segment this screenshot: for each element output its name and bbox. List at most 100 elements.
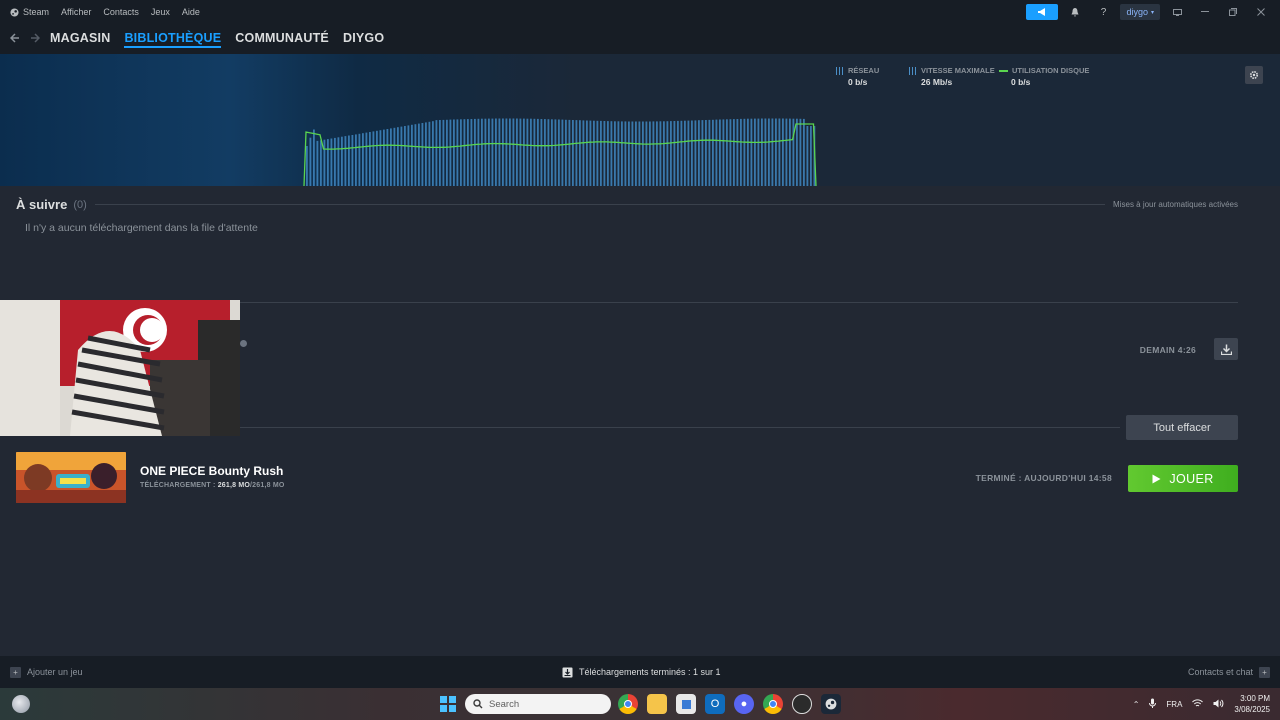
store-icon[interactable] [676, 694, 696, 714]
bandwidth-bar [554, 119, 557, 186]
bandwidth-bar [785, 118, 788, 186]
menu-help[interactable]: Aide [182, 7, 200, 17]
bandwidth-bar [337, 137, 340, 186]
game-thumbnail[interactable] [16, 452, 126, 503]
bandwidth-bar [540, 119, 543, 186]
bandwidth-bar [561, 119, 564, 186]
bandwidth-bar [687, 120, 690, 186]
menu-games[interactable]: Jeux [151, 7, 170, 17]
legend-disk: UTILISATION DISQUE 0 b/s [999, 66, 1089, 87]
bandwidth-bar [778, 118, 781, 186]
language-indicator[interactable]: FRA [1166, 700, 1182, 709]
bandwidth-bar [306, 146, 308, 186]
bandwidth-bar [614, 121, 616, 186]
notifications-button[interactable] [1064, 4, 1086, 20]
bandwidth-bar [645, 121, 648, 186]
maximize-button[interactable] [1222, 4, 1244, 20]
bandwidth-bar [530, 118, 532, 186]
windows-start-icon[interactable] [440, 696, 456, 712]
user-menu-button[interactable]: diygo ▾ [1120, 4, 1160, 20]
add-game-button[interactable]: + Ajouter un jeu [10, 666, 83, 678]
bandwidth-bar [701, 120, 704, 186]
search-icon [473, 699, 483, 709]
taskbar-clock[interactable]: 3:00 PM 3/08/2025 [1234, 693, 1270, 715]
outlook-icon[interactable]: O [705, 694, 725, 714]
bandwidth-bar [572, 120, 574, 186]
bandwidth-bar [390, 128, 392, 186]
taskbar-search[interactable]: Search [465, 694, 611, 714]
bandwidth-bar [677, 120, 679, 186]
bandwidth-bar [481, 118, 483, 186]
back-arrow-icon[interactable] [9, 32, 20, 46]
downloads-status-button[interactable]: Téléchargements terminés : 1 sur 1 [562, 667, 721, 678]
bars-legend-icon [909, 66, 917, 75]
nav-store[interactable]: MAGASIN [50, 31, 110, 48]
chat-icon: + [1259, 666, 1270, 678]
announcements-button[interactable] [1026, 4, 1059, 20]
bandwidth-bar [327, 139, 329, 186]
volume-icon[interactable] [1213, 699, 1224, 710]
bandwidth-bar [491, 118, 494, 186]
downloads-content: À suivre (0) Mises à jour automatiques a… [0, 186, 1280, 656]
bandwidth-bar [383, 129, 385, 186]
nav-links: MAGASIN BIBLIOTHÈQUE COMMUNAUTÉ DIYGO [50, 31, 384, 48]
bandwidth-bar [509, 118, 511, 186]
file-explorer-icon[interactable] [647, 694, 667, 714]
chrome-icon[interactable] [618, 694, 638, 714]
bandwidth-bar [421, 123, 424, 186]
bandwidth-bar [474, 118, 476, 186]
nav-library[interactable]: BIBLIOTHÈQUE [124, 31, 222, 48]
download-size-label: TÉLÉCHARGEMENT : [140, 482, 216, 489]
taskbar-apps: O ● [618, 694, 841, 714]
menu-steam[interactable]: Steam [10, 7, 49, 17]
close-button[interactable] [1250, 4, 1272, 20]
divider [240, 302, 1238, 303]
game-title[interactable]: ONE PIECE Bounty Rush [140, 464, 283, 478]
big-picture-button[interactable] [1166, 4, 1188, 20]
monitor-icon [1172, 8, 1182, 16]
bandwidth-bar [799, 118, 802, 186]
clear-all-button[interactable]: Tout effacer [1126, 415, 1238, 440]
friends-chat-button[interactable]: Contacts et chat + [1188, 666, 1270, 678]
bandwidth-bar [355, 134, 357, 186]
chrome-profile-icon[interactable] [763, 694, 783, 714]
bandwidth-bar [323, 139, 326, 186]
help-button[interactable]: ? [1092, 4, 1114, 20]
minimize-icon [1201, 11, 1209, 12]
info-icon[interactable] [240, 340, 247, 347]
bandwidth-bar [631, 121, 634, 186]
download-now-button[interactable] [1214, 338, 1238, 360]
steam-title-bar: Steam Afficher Contacts Jeux Aide ? diyg… [0, 0, 1280, 24]
search-placeholder: Search [489, 698, 520, 710]
play-button[interactable]: JOUER [1128, 465, 1238, 492]
bandwidth-bar [505, 118, 508, 186]
nav-community[interactable]: COMMUNAUTÉ [235, 31, 329, 48]
bandwidth-bar [715, 119, 718, 186]
download-settings-button[interactable] [1245, 66, 1263, 84]
steam-logo-icon [10, 7, 19, 17]
bandwidth-bar [617, 121, 620, 186]
minimize-button[interactable] [1194, 4, 1216, 20]
microphone-icon[interactable] [1149, 698, 1157, 710]
play-label: JOUER [1169, 471, 1214, 486]
auto-updates-note[interactable]: Mises à jour automatiques activées [1113, 200, 1238, 209]
obs-icon[interactable] [792, 694, 812, 714]
bandwidth-bar [582, 120, 585, 186]
username-label: diygo [1126, 7, 1148, 17]
clock-time: 3:00 PM [1240, 694, 1270, 703]
wifi-icon[interactable] [1192, 698, 1204, 710]
steam-taskbar-icon[interactable] [821, 694, 841, 714]
menu-view[interactable]: Afficher [61, 7, 91, 17]
bandwidth-bar [376, 130, 378, 186]
bandwidth-bar [719, 119, 721, 186]
widgets-icon[interactable] [12, 695, 30, 713]
menu-friends[interactable]: Contacts [103, 7, 139, 17]
bandwidth-bar [652, 121, 655, 186]
bandwidth-bar [519, 118, 522, 186]
forward-arrow-icon[interactable] [30, 32, 41, 46]
bandwidth-bar [593, 120, 595, 186]
nav-profile[interactable]: DIYGO [343, 31, 384, 48]
chevron-up-icon[interactable]: ⌃ [1133, 700, 1140, 709]
bandwidth-bar [649, 121, 651, 186]
discord-icon[interactable]: ● [734, 694, 754, 714]
